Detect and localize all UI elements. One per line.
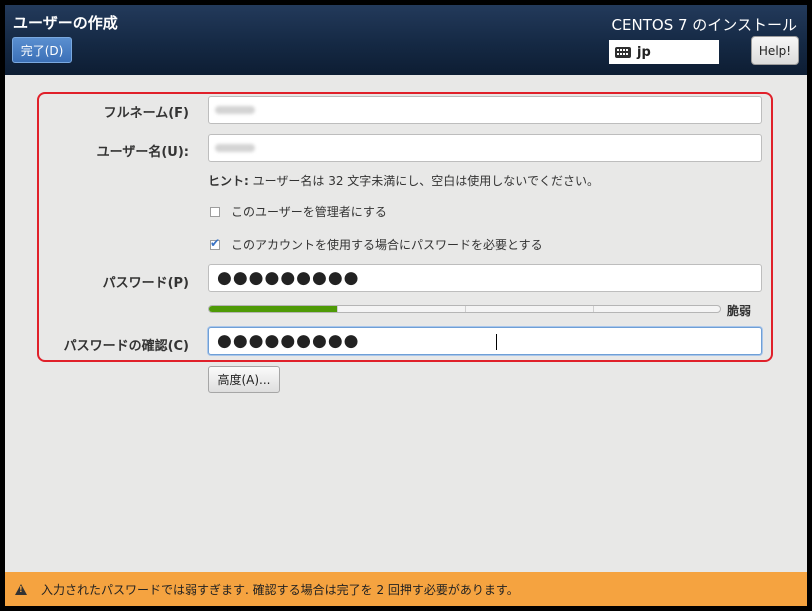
password-strength-bar bbox=[208, 305, 721, 313]
confirm-password-masked-value: ●●●●●●●●● bbox=[217, 331, 360, 351]
admin-checkbox[interactable] bbox=[210, 206, 220, 217]
warning-bar[interactable]: ! 入力されたパスワードでは弱すぎます. 確認する場合は完了を 2 回押す必要が… bbox=[5, 572, 807, 606]
done-button[interactable]: 完了(D) bbox=[12, 37, 72, 63]
warning-icon: ! bbox=[15, 583, 27, 595]
confirm-password-field[interactable]: ●●●●●●●●● bbox=[208, 327, 762, 355]
password-field[interactable]: ●●●●●●●●● bbox=[208, 264, 762, 292]
keyboard-layout-label: jp bbox=[637, 44, 651, 60]
strength-segment-divider bbox=[593, 306, 594, 312]
keyboard-icon bbox=[615, 46, 631, 58]
help-button[interactable]: Help! bbox=[751, 36, 799, 65]
password-masked-value: ●●●●●●●●● bbox=[217, 268, 360, 288]
admin-checkbox-label: このユーザーを管理者にする bbox=[231, 205, 387, 219]
strength-segment-divider bbox=[337, 306, 338, 312]
highlight-frame bbox=[37, 92, 773, 362]
password-strength-label: 脆弱 bbox=[727, 304, 752, 318]
keyboard-layout-indicator[interactable]: jp bbox=[609, 40, 719, 64]
text-cursor bbox=[496, 334, 497, 350]
hint-body: ユーザー名は 32 文字未満にし、空白は使用しないでください。 bbox=[252, 174, 599, 188]
fullname-blurred-value bbox=[215, 106, 255, 114]
hint-text: ヒント: ユーザー名は 32 文字未満にし、空白は使用しないでください。 bbox=[208, 172, 599, 189]
confirm-password-label: パスワードの確認(C) bbox=[63, 339, 189, 354]
username-field[interactable] bbox=[208, 134, 762, 162]
strength-segment-divider bbox=[465, 306, 466, 312]
require-password-checkbox[interactable] bbox=[210, 236, 220, 250]
username-label: ユーザー名(U): bbox=[96, 145, 189, 160]
hint-prefix: ヒント: bbox=[208, 174, 249, 188]
warning-text: 入力されたパスワードでは弱すぎます. 確認する場合は完了を 2 回押す必要があり… bbox=[41, 582, 519, 597]
advanced-button[interactable]: 高度(A)... bbox=[208, 366, 280, 393]
username-blurred-value bbox=[215, 144, 255, 152]
page-title: ユーザーの作成 bbox=[13, 14, 118, 32]
fullname-field[interactable] bbox=[208, 96, 762, 124]
installer-window: ユーザーの作成 完了(D) CENTOS 7 のインストール jp Help! … bbox=[5, 5, 807, 606]
require-password-checkbox-label: このアカウントを使用する場合にパスワードを必要とする bbox=[231, 238, 543, 252]
password-strength-fill bbox=[209, 306, 337, 312]
require-password-checkbox-row[interactable]: このアカウントを使用する場合にパスワードを必要とする bbox=[210, 236, 543, 253]
install-title: CENTOS 7 のインストール bbox=[611, 16, 797, 34]
fullname-label: フルネーム(F) bbox=[103, 106, 189, 121]
admin-checkbox-row[interactable]: このユーザーを管理者にする bbox=[210, 203, 387, 220]
password-label: パスワード(P) bbox=[102, 276, 189, 291]
header-bar: ユーザーの作成 完了(D) CENTOS 7 のインストール jp Help! bbox=[5, 5, 807, 75]
